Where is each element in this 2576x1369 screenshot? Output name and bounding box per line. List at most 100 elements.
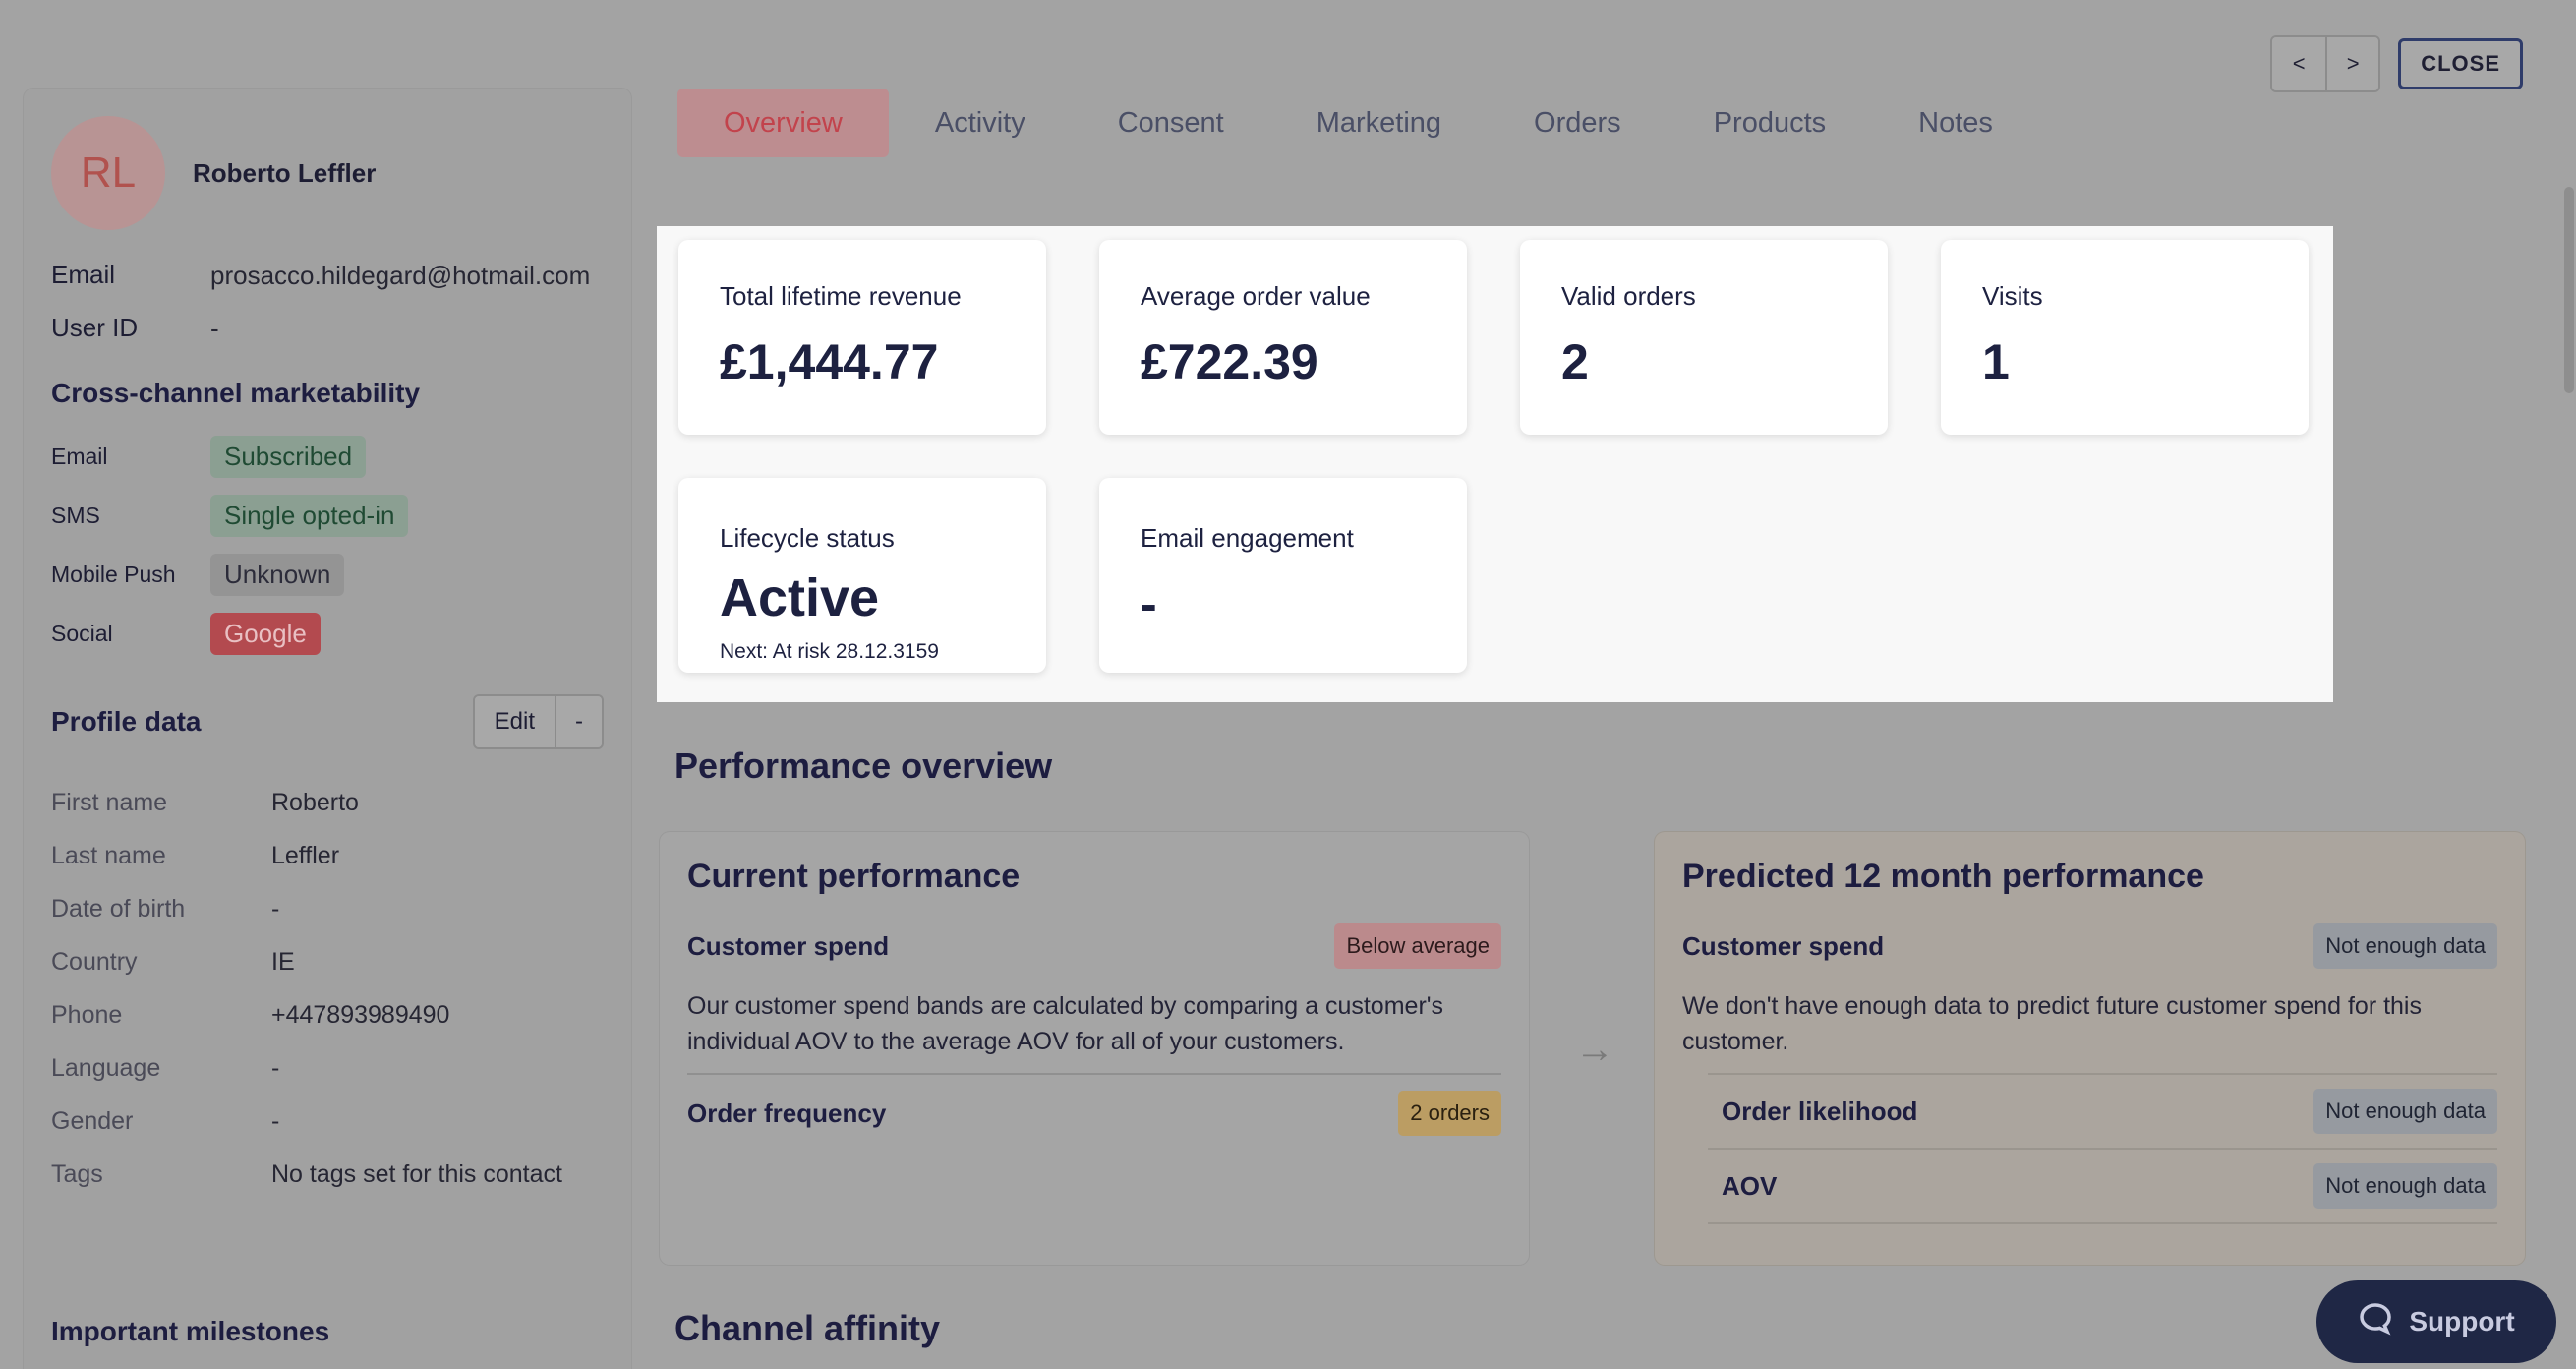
status-badge: Not enough data: [2313, 923, 2497, 969]
stat-value: 1: [1982, 334, 2010, 389]
edit-button[interactable]: Edit: [474, 696, 555, 747]
predicted-performance-card: Predicted 12 month performance Customer …: [1655, 832, 2525, 1265]
profile-row-language: Language -: [51, 1054, 604, 1084]
metric-description: Our customer spend bands are calculated …: [687, 992, 1444, 1055]
userid-label: User ID: [51, 313, 139, 342]
next-button[interactable]: >: [2325, 37, 2379, 90]
status-badge: Subscribed: [210, 435, 367, 478]
email-label: Email: [51, 260, 116, 289]
profile-row-tags: Tags No tags set for this contact: [51, 1161, 604, 1190]
close-button[interactable]: CLOSE: [2398, 38, 2523, 89]
field-label: Phone: [51, 1001, 123, 1029]
marketability-label: Email: [51, 443, 108, 469]
marketability-email: Email Subscribed: [51, 435, 604, 478]
avatar: RL: [51, 116, 165, 230]
stat-label: Lifecycle status: [720, 523, 895, 553]
field-label: Country: [51, 948, 138, 976]
field-label: Last name: [51, 842, 166, 869]
field-value: -: [271, 1054, 280, 1082]
record-navigation: < > CLOSE: [2270, 35, 2523, 92]
status-badge: Single opted-in: [210, 494, 409, 537]
stat-card-email-engagement: Email engagement -: [1099, 478, 1467, 673]
scrollbar[interactable]: [2564, 187, 2574, 393]
marketability-sms: SMS Single opted-in: [51, 494, 604, 537]
profile-row-last-name: Last name Leffler: [51, 842, 604, 871]
stat-label: Valid orders: [1561, 281, 1696, 311]
status-badge: Google: [210, 612, 321, 655]
stat-value: £1,444.77: [720, 334, 939, 389]
contact-name: Roberto Leffler: [193, 157, 377, 188]
userid-value: -: [210, 314, 219, 343]
tab-overview[interactable]: Overview: [677, 89, 889, 157]
current-performance-card: Current performance Customer spend Below…: [660, 832, 1529, 1265]
field-value: +447893989490: [271, 1001, 450, 1029]
profile-data-title: Profile data: [51, 706, 202, 737]
metric-label: Order frequency: [687, 1098, 887, 1128]
profile-row-first-name: First name Roberto: [51, 789, 604, 818]
email-row: Email prosacco.hildegard@hotmail.com: [51, 260, 604, 291]
profile-row-gender: Gender -: [51, 1107, 604, 1137]
arrow-right-icon: →: [1575, 1028, 1614, 1071]
tab-orders[interactable]: Orders: [1488, 89, 1668, 157]
chat-bubble-icon: [2358, 1301, 2393, 1343]
milestones-title: Important milestones: [51, 1316, 330, 1346]
contact-sidebar: RL Roberto Leffler Email prosacco.hildeg…: [24, 89, 631, 1369]
marketability-social: Social Google: [51, 612, 604, 655]
order-likelihood-row: Order likelihood Not enough data: [1708, 1075, 2497, 1150]
pager: < >: [2270, 35, 2381, 92]
userid-row: User ID -: [51, 313, 604, 344]
profile-row-country: Country IE: [51, 948, 604, 978]
field-label: Date of birth: [51, 895, 186, 923]
stats-panel: Total lifetime revenue £1,444.77 Average…: [657, 226, 2333, 702]
previous-button[interactable]: <: [2272, 37, 2326, 90]
field-value: -: [271, 1107, 280, 1135]
status-badge: Below average: [1334, 923, 1501, 969]
status-badge: Not enough data: [2313, 1163, 2497, 1209]
profile-row-phone: Phone +447893989490: [51, 1001, 604, 1031]
support-button[interactable]: Support: [2316, 1280, 2556, 1363]
stat-value: -: [1141, 576, 1157, 631]
stat-card-revenue: Total lifetime revenue £1,444.77: [678, 240, 1046, 435]
field-value: No tags set for this contact: [271, 1161, 562, 1188]
marketability-label: SMS: [51, 502, 100, 528]
field-label: Language: [51, 1054, 161, 1082]
field-value: Leffler: [271, 842, 340, 869]
metric-description: We don't have enough data to predict fut…: [1682, 992, 2422, 1055]
predicted-spend-row: Customer spend Not enough data: [1682, 923, 2497, 969]
stat-label: Total lifetime revenue: [720, 281, 962, 311]
tab-products[interactable]: Products: [1668, 89, 1872, 157]
tab-bar: Overview Activity Consent Marketing Orde…: [677, 89, 2039, 157]
stat-card-visits: Visits 1: [1941, 240, 2309, 435]
field-label: Tags: [51, 1161, 103, 1188]
marketability-label: Social: [51, 620, 113, 646]
field-value: -: [271, 895, 280, 923]
customer-spend-row: Customer spend Below average: [687, 923, 1501, 969]
stat-label: Visits: [1982, 281, 2043, 311]
email-value: prosacco.hildegard@hotmail.com: [210, 261, 591, 290]
field-label: Gender: [51, 1107, 134, 1135]
edit-dropdown-button[interactable]: -: [555, 696, 602, 747]
tab-notes[interactable]: Notes: [1872, 89, 2039, 157]
profile-row-dob: Date of birth -: [51, 895, 604, 924]
predicted-metrics: Order likelihood Not enough data AOV Not…: [1708, 1073, 2497, 1224]
field-value: Roberto: [271, 789, 359, 816]
divider: [687, 1073, 1501, 1075]
stat-card-aov: Average order value £722.39: [1099, 240, 1467, 435]
tab-consent[interactable]: Consent: [1072, 89, 1270, 157]
stat-value: 2: [1561, 334, 1589, 389]
stat-label: Email engagement: [1141, 523, 1354, 553]
edit-button-group: Edit -: [472, 694, 604, 749]
stat-card-valid-orders: Valid orders 2: [1520, 240, 1888, 435]
status-badge: 2 orders: [1398, 1091, 1501, 1136]
card-title: Current performance: [687, 858, 1021, 895]
metric-label: Customer spend: [1682, 930, 1885, 961]
metric-label: Order likelihood: [1722, 1096, 1918, 1126]
stat-card-lifecycle: Lifecycle status Active Next: At risk 28…: [678, 478, 1046, 673]
order-frequency-row: Order frequency 2 orders: [687, 1091, 1501, 1136]
tab-marketing[interactable]: Marketing: [1270, 89, 1488, 157]
marketability-label: Mobile Push: [51, 561, 176, 587]
stat-value: £722.39: [1141, 334, 1318, 389]
tab-activity[interactable]: Activity: [889, 89, 1072, 157]
stat-label: Average order value: [1141, 281, 1371, 311]
field-value: IE: [271, 948, 295, 976]
